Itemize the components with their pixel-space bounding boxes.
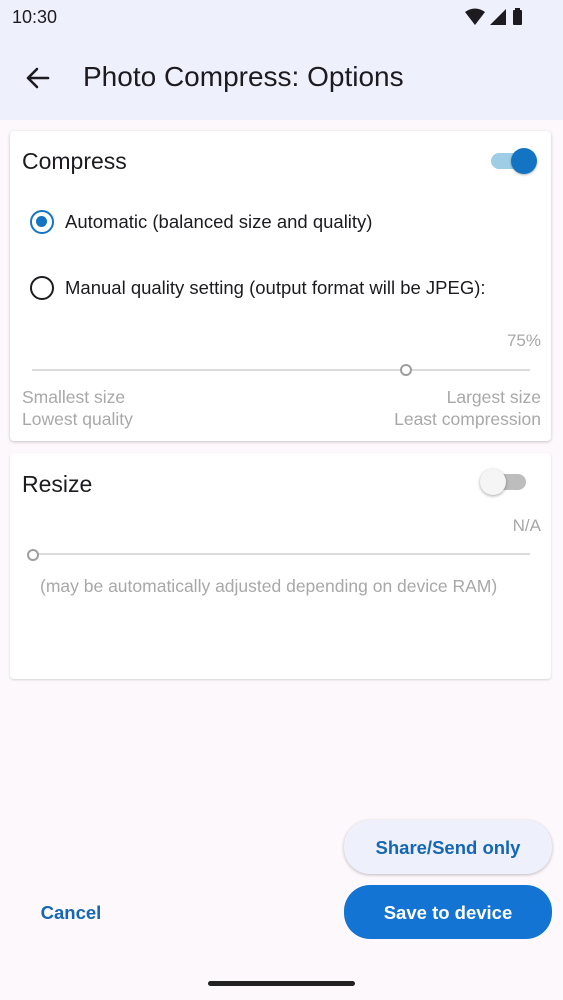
quality-slider-track xyxy=(32,369,530,371)
wifi-icon xyxy=(465,8,485,25)
min-label-quality: Lowest quality xyxy=(22,409,133,429)
radio-automatic-indicator[interactable] xyxy=(30,210,54,234)
min-label-size: Smallest size xyxy=(22,387,126,407)
status-time: 10:30 xyxy=(12,7,58,27)
resize-toggle-thumb xyxy=(480,469,506,495)
resize-title: Resize xyxy=(22,471,93,497)
status-bar: 10:30 xyxy=(0,0,563,34)
cancel-button[interactable]: Cancel xyxy=(30,898,112,928)
save-to-device-button[interactable]: Save to device xyxy=(344,885,552,939)
resize-note: (may be automatically adjusted depending… xyxy=(40,576,498,596)
compress-toggle[interactable] xyxy=(491,148,537,174)
gesture-nav-handle[interactable] xyxy=(208,981,355,986)
status-icons xyxy=(465,8,522,25)
page-title: Photo Compress: Options xyxy=(83,61,404,92)
radio-manual-indicator[interactable] xyxy=(30,276,54,300)
resize-slider-track xyxy=(32,553,530,555)
app-bar: Photo Compress: Options xyxy=(0,34,563,120)
resize-card: Resize N/A (may be automatically adjuste… xyxy=(10,453,551,679)
quality-value: 75% xyxy=(506,331,541,350)
max-label-size: Largest size xyxy=(446,387,541,407)
resize-toggle[interactable] xyxy=(480,469,528,495)
max-label-compression: Least compression xyxy=(394,409,541,429)
arrow-left-icon[interactable] xyxy=(20,60,56,96)
share-send-button[interactable]: Share/Send only xyxy=(344,820,552,874)
compress-title: Compress xyxy=(22,148,127,174)
cellular-signal-icon xyxy=(490,9,506,25)
compress-toggle-thumb xyxy=(511,148,537,174)
resize-value: N/A xyxy=(512,516,541,535)
battery-icon xyxy=(513,8,522,25)
radio-automatic-label: Automatic (balanced size and quality) xyxy=(65,211,373,232)
compress-card: Compress Automatic (balanced size and qu… xyxy=(10,131,551,441)
radio-manual-label: Manual quality setting (output format wi… xyxy=(65,277,486,298)
quality-slider-thumb[interactable] xyxy=(399,364,412,376)
resize-slider-thumb[interactable] xyxy=(27,549,39,561)
